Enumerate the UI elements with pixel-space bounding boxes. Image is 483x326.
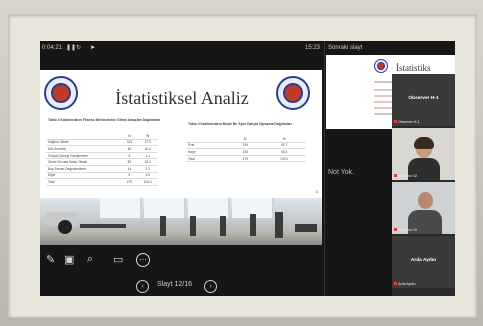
table-cell: 100.0 xyxy=(262,155,306,163)
table-cell: 479 xyxy=(121,178,138,186)
next-slide-logo xyxy=(374,59,388,73)
table-cell: 313 xyxy=(121,139,138,147)
table-row: Total 479 100.0 xyxy=(186,155,306,163)
table-cell: 5 xyxy=(121,152,138,160)
table-cell: 10.3 xyxy=(137,145,158,153)
table-cell: 18.3 xyxy=(137,158,158,166)
participant-hair xyxy=(414,137,434,149)
table-cell: Total xyxy=(46,178,122,186)
table-row: Diğer 9 4.5 xyxy=(46,172,158,180)
participant-label: Observer H-1 xyxy=(394,120,420,124)
participant-tile[interactable]: Arda Aydın Arda Aydın xyxy=(392,236,455,288)
table-cell: 240 xyxy=(228,148,263,156)
next-slide-button[interactable]: › xyxy=(204,280,217,293)
table-cell: Total xyxy=(186,155,229,163)
participant-label: Katılımcı 42 xyxy=(394,174,417,178)
participant-name: Arda Aydın xyxy=(410,258,437,263)
table2-caption: Tablo 4 Katılımcıların Beşle Bir Spor Da… xyxy=(188,122,292,126)
black-screen-icon[interactable]: ▭ xyxy=(113,253,123,266)
more-options-icon[interactable]: ⋯ xyxy=(136,253,150,267)
table-row: Total 479 100.0 xyxy=(46,178,158,186)
table-cell: Güzel Vücuda Sahip Olmak xyxy=(46,158,122,166)
participant-tile[interactable]: Observer H-1 Observer H-1 xyxy=(392,74,455,126)
previous-slide-button[interactable]: ‹ xyxy=(136,280,149,293)
table-cell: Boş Zaman Değerlendirme xyxy=(46,165,122,173)
speaker-notes: Not Yok. xyxy=(328,169,355,176)
university-logo-right xyxy=(276,76,310,110)
table-row: Güzel Vücuda Sahip Olmak 82 18.3 xyxy=(46,158,158,166)
table-cell: 46 xyxy=(121,145,138,153)
table-row: Boş Zaman Değerlendirme 14 3.1 xyxy=(46,165,158,173)
slide-page-number: 11 xyxy=(314,189,319,194)
participant-name: Observer H-1 xyxy=(408,96,439,101)
table-cell: 41.7 xyxy=(262,142,306,150)
current-slide[interactable]: İstatistiksel Analiz Tablo 3 Katılımcıla… xyxy=(40,70,322,245)
table-row: Kilo Kontrolü 46 10.3 xyxy=(46,145,158,153)
table-cell: Evet xyxy=(186,142,229,150)
participant-tile[interactable]: Katılımcı 42 xyxy=(392,128,455,180)
elapsed-timer: 0:04:21 xyxy=(42,45,63,51)
see-all-slides-icon[interactable]: ▣ xyxy=(64,253,74,266)
slide-title: İstatistiksel Analiz xyxy=(115,88,249,108)
table-row: Sağlıklı Olmak 313 27.9 xyxy=(46,139,158,147)
table-row: Sosyal Çevreyi Genişletmek 5 1.1 xyxy=(46,152,158,160)
table-cell: 9 xyxy=(121,172,138,180)
table-cell: Sağlıklı Olmak xyxy=(46,139,122,147)
pen-icon[interactable]: ✎ xyxy=(46,253,55,266)
restart-icon[interactable]: ↻ xyxy=(76,44,81,51)
table-cell: 479 xyxy=(228,155,263,163)
next-slide-title: İstatistiks xyxy=(396,63,431,73)
table-cell: 100.0 xyxy=(137,178,158,186)
table-cell: Kilo Kontrolü xyxy=(46,145,122,153)
table-cell: 3.1 xyxy=(137,165,158,173)
pause-icon[interactable]: ❚❚ xyxy=(66,44,76,51)
table-row: Evet 194 41.7 xyxy=(186,142,306,150)
participant-face xyxy=(418,192,433,209)
table-cell: 4.5 xyxy=(137,172,158,180)
table-cell: 82 xyxy=(121,158,138,166)
table1-caption: Tablo 3 Katılımcıların Fitness Merkezler… xyxy=(48,118,161,122)
table-cell: Diğer xyxy=(46,172,122,180)
table-cell: 1.1 xyxy=(137,152,158,160)
table1: N% Sağlıklı Olmak 313 27.9 Kilo Kontrolü 46 10… xyxy=(46,133,158,186)
presenter-topbar: 0:04:21 ❚❚ ↻ ➤ 15:23 xyxy=(40,41,324,55)
table-cell: 58.3 xyxy=(262,148,306,156)
mouse-cursor-icon: ➤ xyxy=(90,45,96,51)
table-cell: Hayır xyxy=(186,148,229,156)
clock: 15:23 xyxy=(304,45,320,51)
participant-label: Arda Aydın xyxy=(394,282,416,286)
table-cell: 194 xyxy=(228,142,263,150)
table-cell: Sosyal Çevreyi Genişletmek xyxy=(46,152,122,160)
pane-divider[interactable] xyxy=(324,41,325,296)
table2: N% Evet 194 41.7 Hayır 240 58.3 Total 479 100.0 xyxy=(186,136,306,163)
participant-label: Katılımcı 19 xyxy=(394,228,417,232)
table-row: Hayır 240 58.3 xyxy=(186,148,306,156)
next-slide-label: Sonraki slayt xyxy=(328,45,363,51)
university-logo-left xyxy=(44,76,78,110)
participant-tile[interactable]: Katılımcı 19 xyxy=(392,182,455,234)
table-cell: 27.9 xyxy=(137,139,158,147)
gym-photo xyxy=(40,198,322,245)
table-cell: 14 xyxy=(121,165,138,173)
video-call-panel: Observer H-1 Observer H-1 Katılımcı 42 K… xyxy=(392,74,455,296)
slide-counter: Slayt 12/16 xyxy=(157,281,193,288)
zoom-icon[interactable]: ⌕ xyxy=(87,253,93,266)
